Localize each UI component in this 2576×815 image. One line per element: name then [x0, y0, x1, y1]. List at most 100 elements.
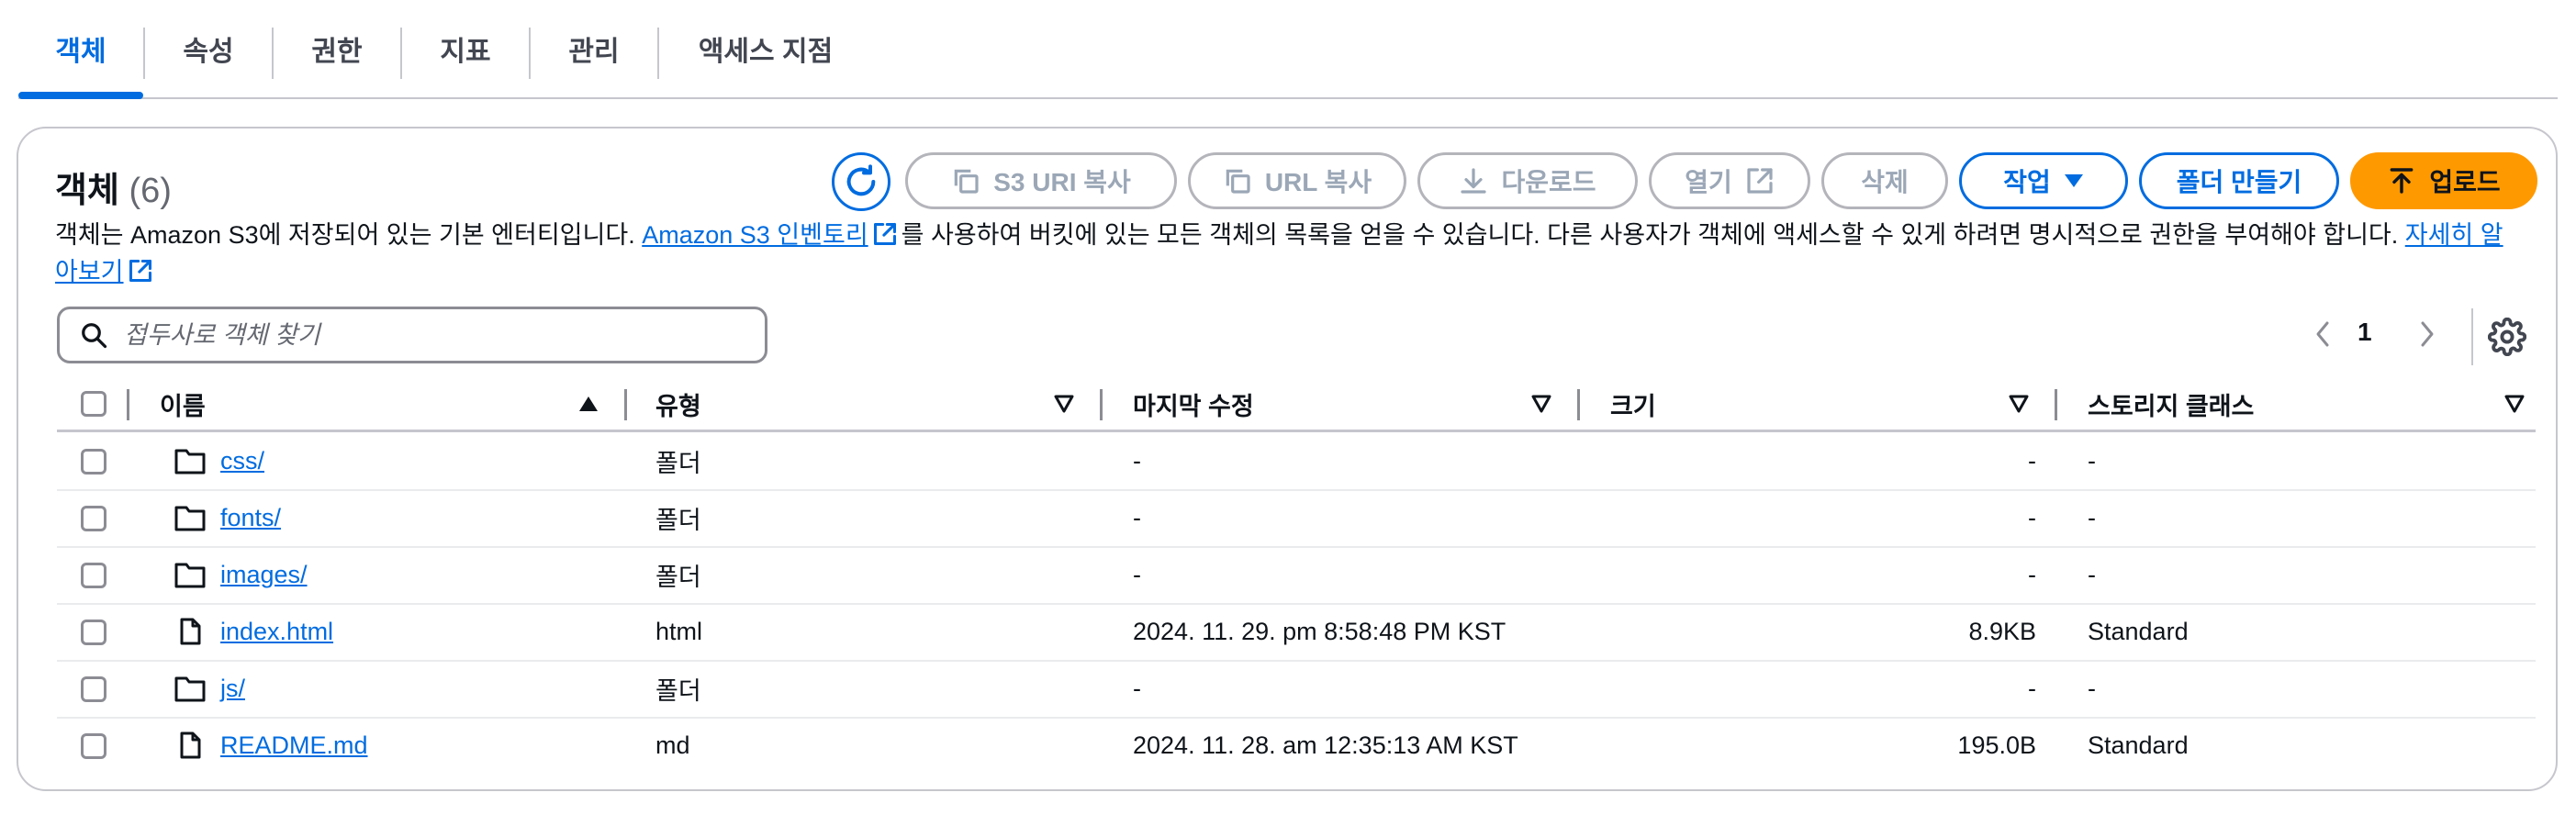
object-last-modified: -	[1133, 674, 1141, 702]
column-divider	[127, 389, 129, 420]
object-name-link[interactable]: README.md	[220, 731, 368, 760]
tab-objects[interactable]: 객체	[18, 0, 143, 97]
tab-metrics[interactable]: 지표	[402, 0, 529, 97]
sort-icon[interactable]	[2009, 395, 2029, 413]
table-row[interactable]: README.md md 2024. 11. 28. am 12:35:13 A…	[57, 717, 2536, 774]
object-type: 폴더	[655, 449, 701, 477]
next-page-button[interactable]	[2409, 316, 2446, 352]
gear-icon[interactable]	[2488, 318, 2526, 356]
object-name-link[interactable]: css/	[220, 447, 264, 475]
column-header-storage-class[interactable]: 스토리지 클래스	[2088, 378, 2254, 430]
object-size: 195.0B	[1957, 731, 2036, 759]
object-storage-class: -	[2088, 446, 2096, 474]
object-storage-class: -	[2088, 674, 2096, 702]
actions-dropdown[interactable]: 작업	[1959, 152, 2128, 209]
object-name-link[interactable]: js/	[220, 675, 245, 703]
column-header-name[interactable]: 이름	[160, 378, 206, 430]
panel-description: 객체는 Amazon S3에 저장되어 있는 기본 엔터티입니다. Amazon…	[55, 217, 2525, 290]
panel-title-text: 객체	[55, 172, 119, 210]
column-divider	[2055, 389, 2057, 420]
row-checkbox[interactable]	[81, 563, 106, 588]
table-row[interactable]: index.html html 2024. 11. 29. pm 8:58:48…	[57, 603, 2536, 662]
copy-icon	[1226, 169, 1250, 194]
object-size: -	[2028, 560, 2036, 588]
column-divider	[1577, 389, 1580, 420]
upload-button[interactable]: 업로드	[2350, 152, 2537, 209]
object-last-modified: 2024. 11. 29. pm 8:58:48 PM KST	[1133, 617, 1506, 645]
table-row[interactable]: fonts/ 폴더 - - -	[57, 489, 2536, 548]
search-box	[57, 307, 767, 363]
objects-panel: 객체 (6) S3 URI 복사 URL 복사 다운로드 열기 삭제 작업 폴더…	[17, 127, 2558, 791]
download-button[interactable]: 다운로드	[1417, 152, 1638, 209]
copy-url-button[interactable]: URL 복사	[1188, 152, 1406, 209]
refresh-icon	[846, 164, 876, 196]
tab-access-points[interactable]: 액세스 지점	[659, 0, 872, 97]
inventory-link[interactable]: Amazon S3 인벤토리	[642, 221, 868, 249]
tab-management[interactable]: 관리	[531, 0, 657, 97]
row-checkbox[interactable]	[81, 449, 106, 474]
object-size: -	[2028, 446, 2036, 474]
current-page[interactable]: 1	[2358, 318, 2372, 347]
tab-properties[interactable]: 속성	[145, 0, 272, 97]
chevron-right-icon	[2421, 321, 2434, 347]
external-link-icon	[129, 259, 151, 283]
tab-bar: 객체 속성 권한 지표 관리 액세스 지점	[18, 0, 2558, 99]
sort-ascending-icon[interactable]	[578, 395, 599, 413]
row-checkbox[interactable]	[81, 733, 106, 759]
object-storage-class: Standard	[2088, 731, 2189, 759]
select-all-checkbox[interactable]	[81, 391, 106, 417]
description-text: 객체는 Amazon S3에 저장되어 있는 기본 엔터티입니다.	[55, 221, 643, 249]
object-type: 폴더	[655, 563, 701, 591]
object-storage-class: -	[2088, 503, 2096, 531]
column-divider	[1100, 389, 1103, 420]
download-label: 다운로드	[1501, 168, 1596, 196]
row-checkbox[interactable]	[81, 620, 106, 645]
sort-icon[interactable]	[1054, 395, 1074, 413]
row-checkbox[interactable]	[81, 676, 106, 702]
create-folder-label: 폴더 만들기	[2176, 168, 2302, 196]
delete-button[interactable]: 삭제	[1821, 152, 1948, 209]
object-storage-class: -	[2088, 560, 2096, 588]
folder-icon	[174, 506, 206, 531]
object-name-link[interactable]: index.html	[220, 618, 333, 646]
row-checkbox[interactable]	[81, 506, 106, 531]
object-type: md	[655, 731, 690, 759]
object-last-modified: -	[1133, 503, 1141, 531]
sort-icon[interactable]	[2504, 395, 2525, 413]
table-row[interactable]: images/ 폴더 - - -	[57, 546, 2536, 605]
upload-label: 업로드	[2429, 168, 2501, 196]
download-icon	[1461, 168, 1487, 194]
copy-s3-uri-button[interactable]: S3 URI 복사	[905, 152, 1177, 209]
search-icon	[82, 323, 107, 349]
object-type: 폴더	[655, 506, 701, 534]
column-divider	[624, 389, 627, 420]
object-last-modified: -	[1133, 446, 1141, 474]
search-input[interactable]	[122, 319, 750, 351]
previous-page-button[interactable]	[2304, 316, 2341, 352]
external-link-icon	[1747, 168, 1773, 194]
table-row[interactable]: js/ 폴더 - - -	[57, 660, 2536, 719]
sort-icon[interactable]	[1531, 395, 1551, 413]
copy-url-label: URL 복사	[1264, 168, 1372, 196]
object-size: -	[2028, 674, 2036, 702]
create-folder-button[interactable]: 폴더 만들기	[2139, 152, 2339, 209]
table-row[interactable]: css/ 폴더 - - -	[57, 432, 2536, 491]
caret-down-icon	[2064, 174, 2083, 187]
object-name-link[interactable]: images/	[220, 561, 308, 589]
object-name-link[interactable]: fonts/	[220, 504, 281, 532]
chevron-left-icon	[2316, 321, 2329, 347]
folder-icon	[174, 563, 206, 588]
column-header-size[interactable]: 크기	[1610, 378, 1656, 430]
open-label: 열기	[1685, 168, 1732, 196]
divider	[2471, 308, 2473, 365]
tab-permissions[interactable]: 권한	[274, 0, 400, 97]
refresh-button[interactable]	[832, 152, 890, 211]
object-size: -	[2028, 503, 2036, 531]
column-header-last-modified[interactable]: 마지막 수정	[1133, 378, 1254, 430]
open-button[interactable]: 열기	[1649, 152, 1810, 209]
column-header-type[interactable]: 유형	[655, 378, 701, 430]
copy-icon	[954, 169, 979, 194]
file-icon	[180, 731, 201, 759]
object-size: 8.9KB	[1968, 617, 2036, 645]
object-last-modified: -	[1133, 560, 1141, 588]
